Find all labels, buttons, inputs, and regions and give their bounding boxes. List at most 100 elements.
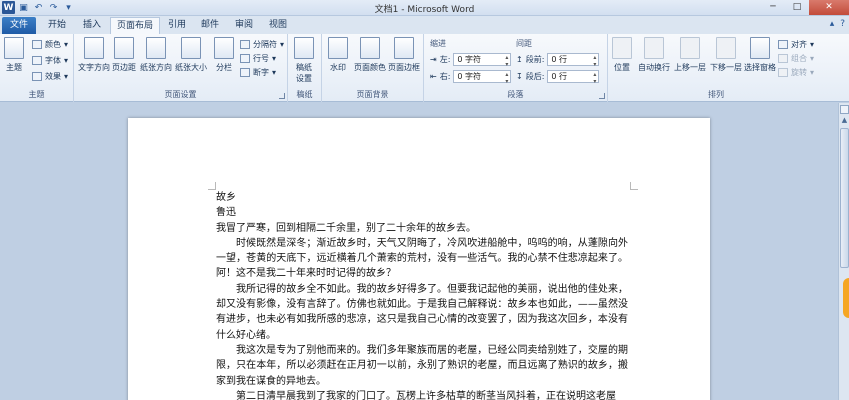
group-page-background: 水印 页面颜色 页面边框 页面背景 [322, 34, 424, 102]
margins-icon [114, 37, 134, 59]
line-numbers-icon [240, 54, 250, 63]
size-button[interactable]: 纸张大小 [175, 37, 207, 73]
maximize-icon[interactable]: □ [785, 0, 809, 15]
paragraph-launcher-icon[interactable] [599, 93, 605, 99]
tab-page-layout[interactable]: 页面布局 [110, 17, 160, 34]
page-borders-icon [394, 37, 414, 59]
document-paragraph[interactable]: 故乡 [216, 190, 628, 205]
collapse-ribbon-icon[interactable]: ▴ [830, 19, 835, 29]
title-bar: W ▣ ↶ ↷ ▾ 文档1 - Microsoft Word ─ □ ✕ [0, 0, 849, 16]
window-controls: ─ □ ✕ [761, 0, 849, 15]
watermark-button[interactable]: 水印 [328, 37, 348, 73]
ruler-toggle-icon[interactable] [840, 105, 849, 114]
rotate-icon [778, 68, 788, 77]
tab-file[interactable]: 文件 [2, 17, 36, 34]
colors-icon [32, 40, 42, 49]
document-paragraph[interactable]: 我这次是专为了别他而来的。我们多年聚族而居的老屋，已经公同卖给别姓了，交屋的期限… [216, 343, 628, 389]
group-objects-icon [778, 54, 788, 63]
scroll-thumb[interactable] [840, 128, 849, 268]
theme-effects-button[interactable]: 效果 ▾ [32, 71, 68, 82]
indent-left-row: ⇥ 左: 0 字符 [430, 53, 512, 68]
selection-pane-icon [750, 37, 770, 59]
position-button[interactable]: 位置 [612, 37, 632, 73]
orientation-button[interactable]: 纸张方向 [140, 37, 172, 73]
document-paragraph[interactable]: 时候既然是深冬；渐近故乡时，天气又阴晦了，冷风吹进船舱中，呜呜的响，从蓬隙向外一… [216, 236, 628, 282]
breaks-button[interactable]: 分隔符 ▾ [240, 39, 284, 50]
paper-size-icon [181, 37, 201, 59]
fonts-icon [32, 56, 42, 65]
theme-fonts-button[interactable]: 字体 ▾ [32, 55, 68, 66]
themes-icon [4, 37, 24, 59]
minimize-icon[interactable]: ─ [761, 0, 785, 15]
close-icon[interactable]: ✕ [809, 0, 849, 15]
margins-button[interactable]: 页边距 [112, 37, 136, 73]
document-paragraph[interactable]: 第二日清早晨我到了我家的门口了。瓦楞上许多枯草的断茎当风抖着，正在说明这老屋 [216, 389, 628, 400]
tab-review[interactable]: 审阅 [229, 17, 259, 34]
document-paragraph[interactable]: 我冒了严寒，回到相隔二千余里，别了二十余年的故乡去。 [216, 221, 628, 236]
spacing-before-input[interactable]: 0 行 [547, 53, 600, 68]
group-objects-button[interactable]: 组合 ▾ [778, 53, 814, 64]
spacing-after-input[interactable]: 0 行 [547, 70, 600, 85]
text-direction-icon [84, 37, 104, 59]
selection-pane-button[interactable]: 选择窗格 [744, 37, 776, 73]
effects-icon [32, 72, 42, 81]
ribbon-tabs: 文件 开始 插入 页面布局 引用 邮件 审阅 视图 ▴ ? [0, 16, 849, 34]
margin-corner-top-left [208, 182, 216, 190]
theme-colors-button[interactable]: 颜色 ▾ [32, 39, 68, 50]
columns-button[interactable]: 分栏 [214, 37, 234, 73]
group-page-setup: 文字方向 页边距 纸张方向 纸张大小 分栏 分隔符 ▾ 行号 ▾ 断字 ▾ 页面设置 [74, 34, 288, 102]
tab-view[interactable]: 视图 [263, 17, 293, 34]
indent-title: 缩进 [430, 39, 446, 48]
text-direction-button[interactable]: 文字方向 [78, 37, 110, 73]
document-paragraph[interactable]: 鲁迅 [216, 205, 628, 220]
indent-right-icon: ⇤ [430, 72, 437, 81]
page-color-button[interactable]: 页面颜色 [354, 37, 386, 73]
group-draft-paper: 稿纸 设置 稿纸 [288, 34, 322, 102]
send-backward-icon [716, 37, 736, 59]
draft-paper-icon [294, 37, 314, 59]
tab-references[interactable]: 引用 [162, 17, 192, 34]
group-label-paragraph: 段落 [507, 90, 524, 99]
spacing-after-row: ↧ 段后: 0 行 [516, 70, 600, 85]
watermark-icon [328, 37, 348, 59]
spacing-before-icon: ↥ [516, 55, 523, 64]
group-arrange: 位置 自动换行 上移一层 下移一层 选择窗格 对齐 ▾ 组合 ▾ 旋转 ▾ 排列 [608, 34, 824, 102]
help-icon[interactable]: ? [840, 19, 845, 29]
send-backward-button[interactable]: 下移一层 [710, 37, 742, 73]
rotate-button[interactable]: 旋转 ▾ [778, 67, 814, 78]
themes-button[interactable]: 主题 [4, 37, 24, 73]
group-label-page-setup: 页面设置 [164, 90, 197, 99]
orientation-icon [146, 37, 166, 59]
document-page[interactable]: 故乡 鲁迅 我冒了严寒，回到相隔二千余里，别了二十余年的故乡去。 时候既然是深冬；渐近… [128, 118, 710, 400]
vertical-scrollbar[interactable]: ▲ [838, 103, 849, 400]
draft-paper-button[interactable]: 稿纸 设置 [294, 37, 314, 84]
tab-insert[interactable]: 插入 [76, 17, 108, 34]
page-color-icon [360, 37, 380, 59]
line-numbers-button[interactable]: 行号 ▾ [240, 53, 276, 64]
indent-right-row: ⇤ 右: 0 字符 [430, 70, 512, 85]
page-setup-launcher-icon[interactable] [279, 93, 285, 99]
tab-home[interactable]: 开始 [40, 17, 74, 34]
hyphenation-button[interactable]: 断字 ▾ [240, 67, 276, 78]
align-icon [778, 40, 788, 49]
bring-forward-icon [680, 37, 700, 59]
breaks-icon [240, 40, 250, 49]
document-body[interactable]: 故乡 鲁迅 我冒了严寒，回到相隔二千余里，别了二十余年的故乡去。 时候既然是深冬；渐近… [216, 190, 628, 400]
bring-forward-button[interactable]: 上移一层 [674, 37, 706, 73]
side-widget-tab[interactable] [843, 278, 849, 318]
spacing-title: 间距 [516, 39, 532, 48]
group-theme: 主题 颜色 ▾ 字体 ▾ 效果 ▾ 主题 [0, 34, 74, 102]
tab-mailings[interactable]: 邮件 [195, 17, 225, 34]
align-button[interactable]: 对齐 ▾ [778, 39, 814, 50]
indent-right-input[interactable]: 0 字符 [453, 70, 512, 85]
indent-left-icon: ⇥ [430, 55, 437, 64]
document-paragraph[interactable]: 我所记得的故乡全不如此。我的故乡好得多了。但要我记起他的美丽，说出他的佳处来，却… [216, 282, 628, 343]
wrap-text-button[interactable]: 自动换行 [638, 37, 670, 73]
scroll-up-icon[interactable]: ▲ [840, 116, 849, 125]
indent-left-input[interactable]: 0 字符 [453, 53, 512, 68]
ribbon: 主题 颜色▾ 字体▾ 效果▾ 主题 文字方向 页边距 纸张方向 纸张大小 [0, 34, 849, 102]
page-borders-button[interactable]: 页面边框 [388, 37, 420, 73]
group-paragraph: 缩进 间距 ⇥ 左: 0 字符 ⇤ 右: 0 字符 ↥ 段前: 0 行 ↧ 段后… [424, 34, 608, 102]
columns-icon [214, 37, 234, 59]
spacing-before-row: ↥ 段前: 0 行 [516, 53, 600, 68]
